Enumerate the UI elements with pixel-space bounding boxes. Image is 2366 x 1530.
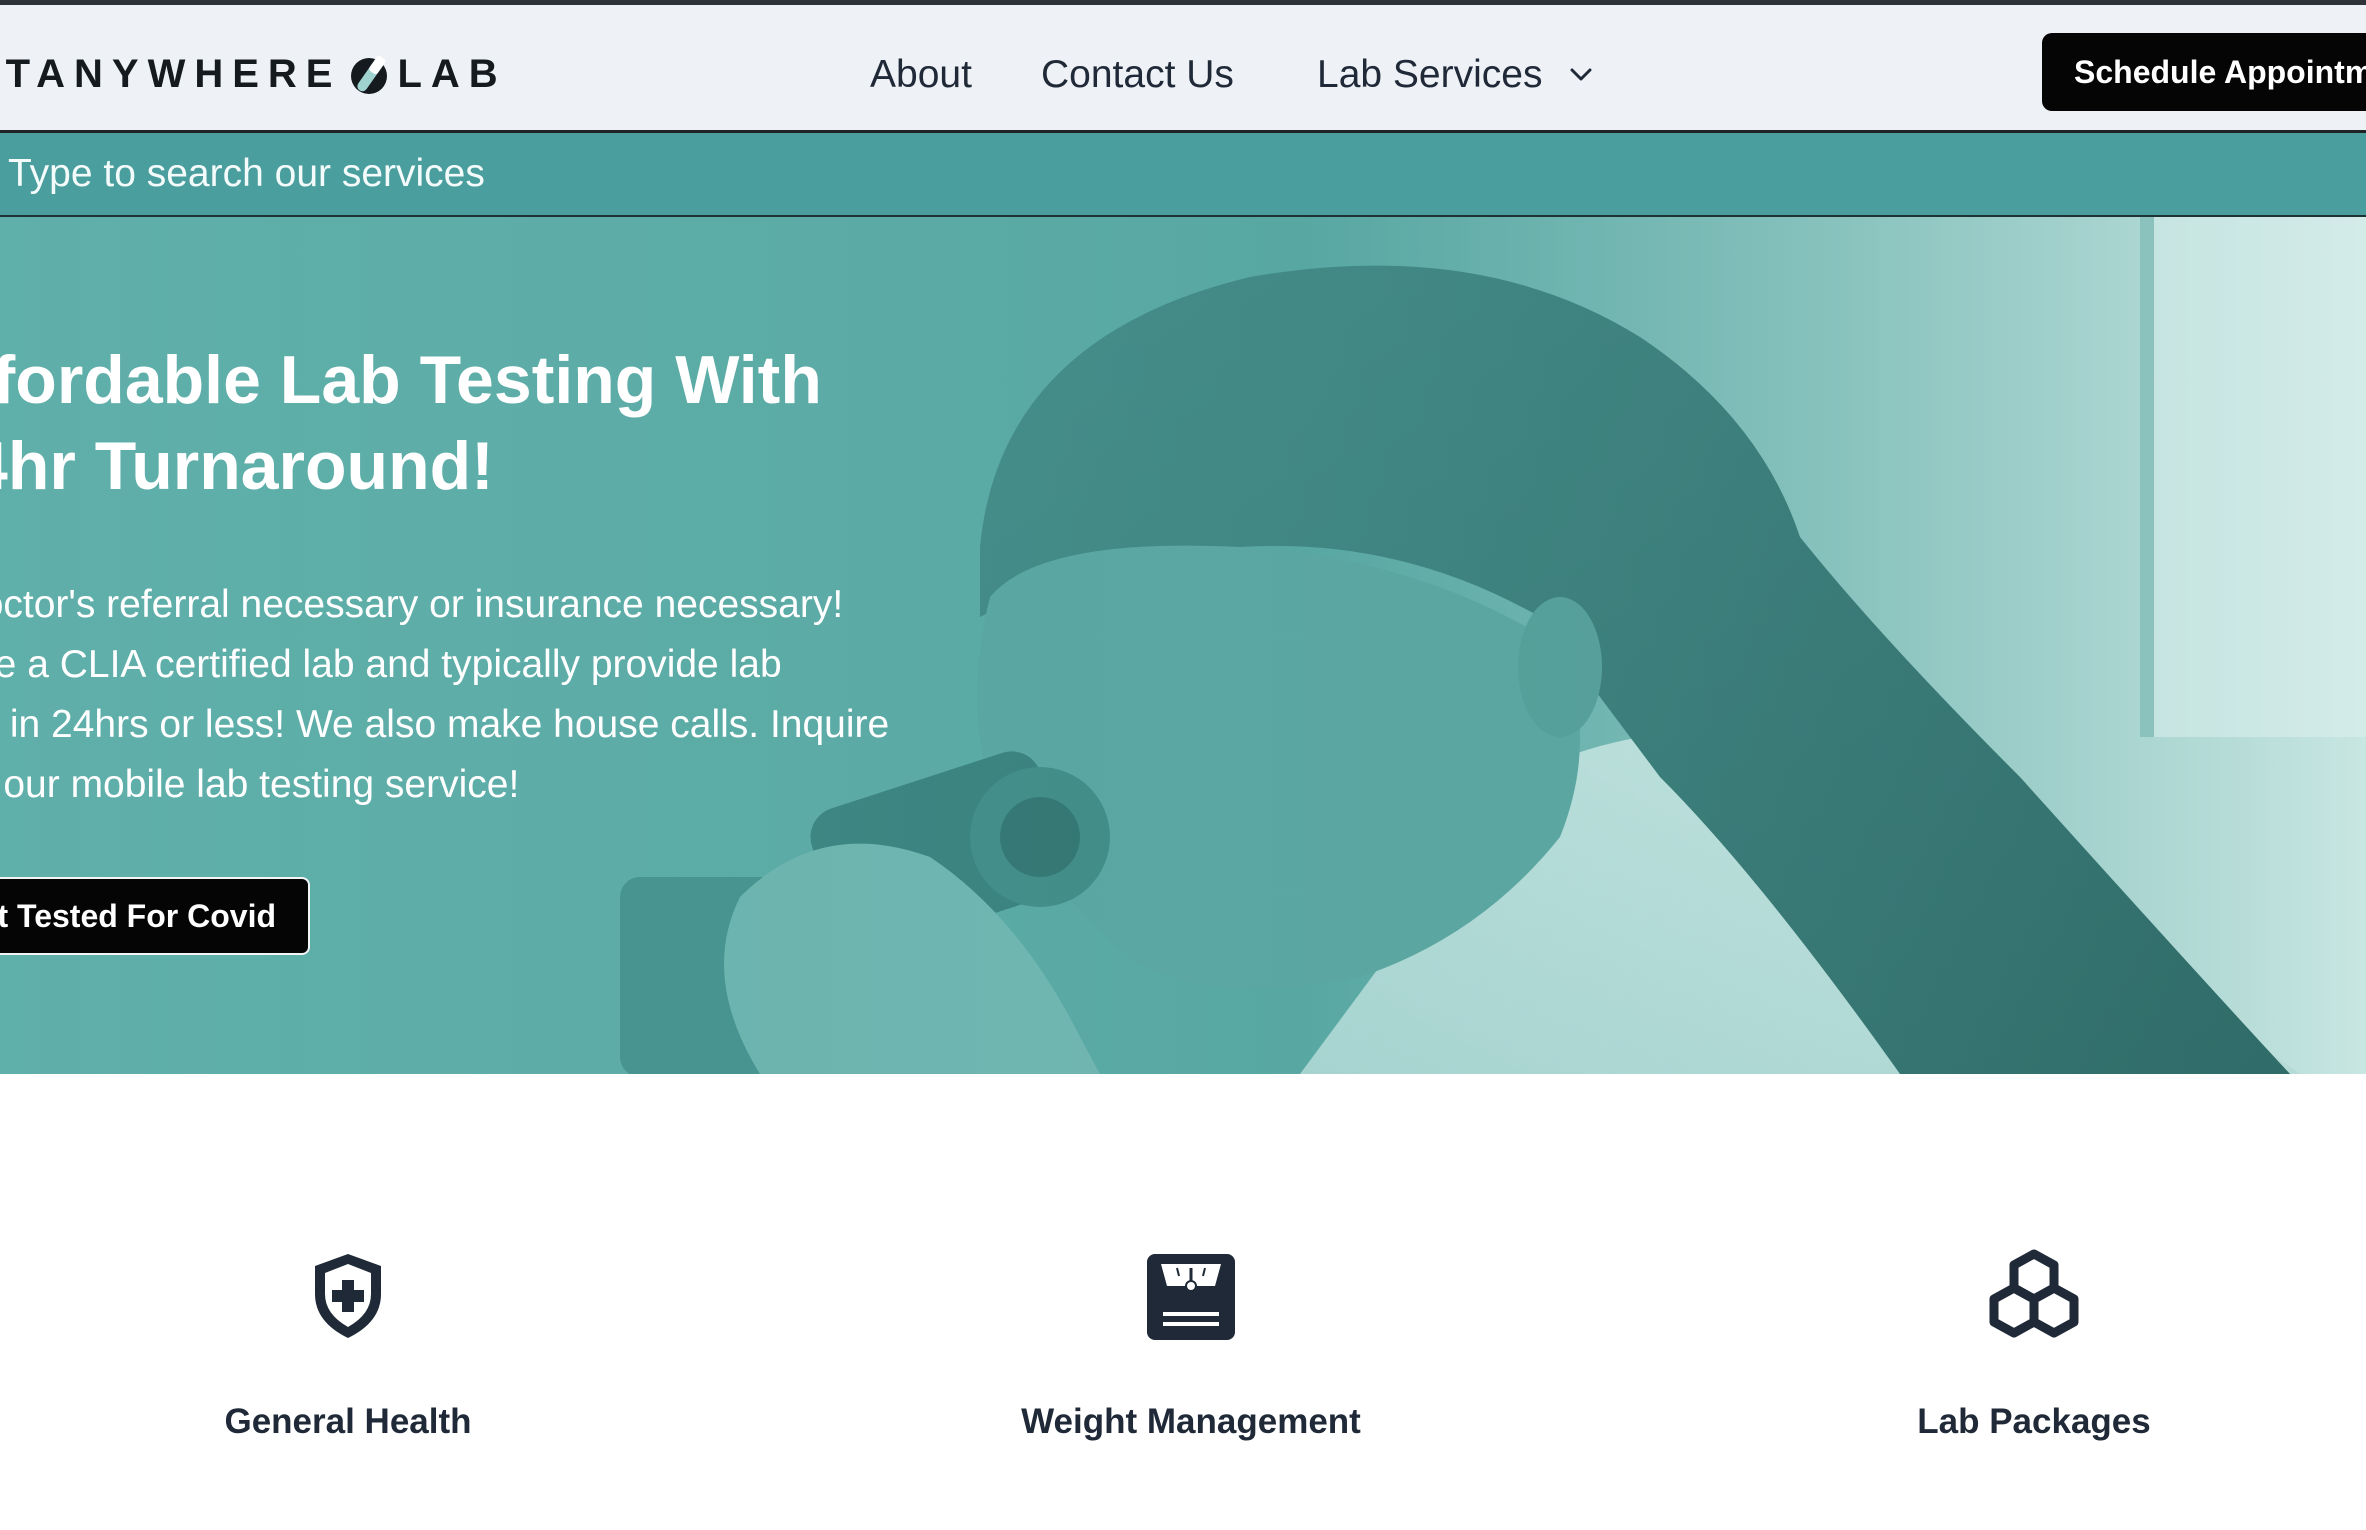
nav-link-about[interactable]: About <box>870 53 972 97</box>
nav-link-contact-us[interactable]: Contact Us <box>1041 53 1234 97</box>
top-navigation-bar: STANYWHERE LAB About Contact Us Lab Serv… <box>0 0 2366 133</box>
service-weight-management[interactable]: Weight Management <box>941 1246 1441 1442</box>
hero-description: doctor's referral necessary or insurance… <box>0 583 890 806</box>
services-section: General Health Weight Management Lab Pac… <box>0 1074 2366 1530</box>
service-label: Lab Packages <box>1917 1402 2151 1441</box>
chevron-down-icon <box>1570 68 1592 82</box>
shield-plus-icon <box>298 1246 398 1346</box>
logo-text-left: STANYWHERE <box>0 51 342 96</box>
scale-icon <box>1141 1246 1241 1346</box>
logo-text-right: LAB <box>397 51 507 96</box>
boxes-icon <box>1984 1246 2084 1346</box>
nav-lab-services-label: Lab Services <box>1317 53 1543 96</box>
hero-title: ffordable Lab Testing With 4hr Turnaroun… <box>0 342 822 504</box>
nav-dropdown-lab-services[interactable]: Lab Services <box>1317 53 1592 97</box>
service-label: General Health <box>224 1402 472 1441</box>
service-search-bar <box>0 133 2366 217</box>
schedule-appointment-button[interactable]: Schedule Appointm <box>2042 33 2366 111</box>
service-label: Weight Management <box>1021 1402 1361 1441</box>
service-lab-packages[interactable]: Lab Packages <box>1784 1246 2284 1442</box>
hero-section: ffordable Lab Testing With 4hr Turnaroun… <box>0 217 2366 1074</box>
get-tested-for-covid-button[interactable]: t Tested For Covid <box>0 877 310 955</box>
test-tube-icon <box>347 48 391 100</box>
service-general-health[interactable]: General Health <box>98 1246 598 1442</box>
site-logo[interactable]: STANYWHERE LAB <box>0 48 507 100</box>
service-search-input[interactable] <box>0 133 1810 215</box>
